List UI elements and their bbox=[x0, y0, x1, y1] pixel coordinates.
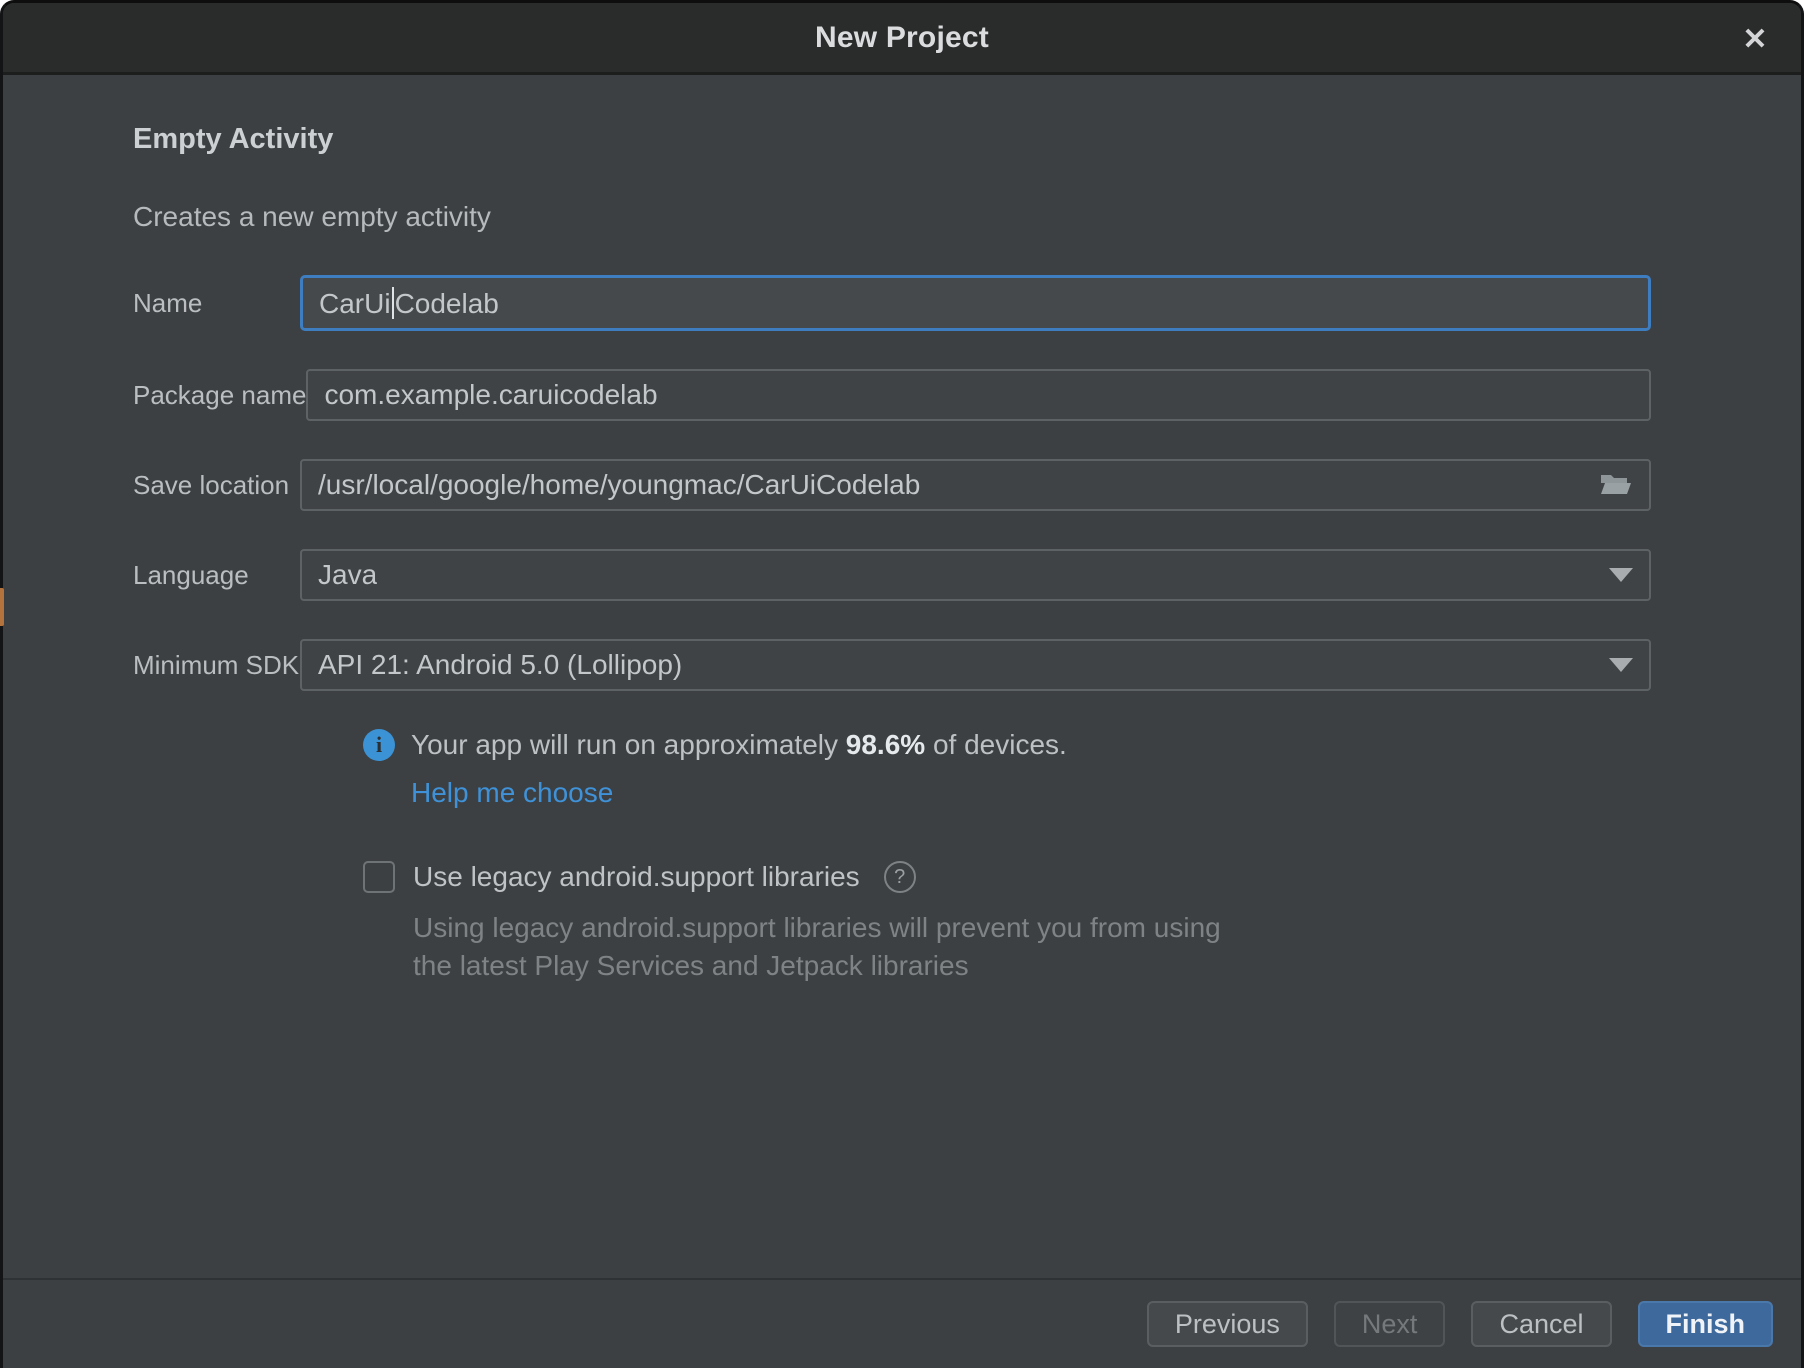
info-icon: i bbox=[363, 729, 395, 761]
page-title: Empty Activity bbox=[133, 121, 1651, 157]
page-subtitle: Creates a new empty activity bbox=[133, 199, 1651, 235]
dialog-titlebar: New Project ✕ bbox=[3, 3, 1801, 75]
save-location-row: Save location /usr/local/google/home/you… bbox=[133, 459, 1651, 511]
left-edge-artifact bbox=[0, 588, 4, 626]
chevron-down-icon bbox=[1609, 568, 1633, 582]
chevron-down-icon bbox=[1609, 658, 1633, 672]
sdk-coverage-info: i Your app will run on approximately 98.… bbox=[363, 729, 1651, 761]
project-form: Name CarUiCodelab Package name com.examp… bbox=[133, 275, 1651, 691]
legacy-support-row: Use legacy android.support libraries ? bbox=[363, 861, 1651, 893]
save-location-value: /usr/local/google/home/youngmac/CarUiCod… bbox=[318, 469, 920, 501]
legacy-support-checkbox[interactable] bbox=[363, 861, 395, 893]
finish-button[interactable]: Finish bbox=[1638, 1301, 1774, 1347]
legacy-support-label: Use legacy android.support libraries bbox=[413, 861, 860, 893]
name-value: CarUiCodelab bbox=[319, 287, 499, 320]
save-location-input[interactable]: /usr/local/google/home/youngmac/CarUiCod… bbox=[300, 459, 1651, 511]
package-name-input[interactable]: com.example.caruicodelab bbox=[306, 369, 1651, 421]
language-row: Language Java bbox=[133, 549, 1651, 601]
name-input[interactable]: CarUiCodelab bbox=[300, 275, 1651, 331]
language-dropdown[interactable]: Java bbox=[300, 549, 1651, 601]
dialog-content: Empty Activity Creates a new empty activ… bbox=[3, 75, 1801, 1278]
name-label: Name bbox=[133, 288, 300, 319]
language-value: Java bbox=[318, 559, 377, 591]
cancel-button[interactable]: Cancel bbox=[1471, 1301, 1611, 1347]
save-location-label: Save location bbox=[133, 470, 300, 501]
name-row: Name CarUiCodelab bbox=[133, 275, 1651, 331]
language-label: Language bbox=[133, 560, 300, 591]
new-project-dialog: New Project ✕ Empty Activity Creates a n… bbox=[0, 0, 1804, 1368]
minimum-sdk-row: Minimum SDK API 21: Android 5.0 (Lollipo… bbox=[133, 639, 1651, 691]
legacy-description-line1: Using legacy android.support libraries w… bbox=[413, 909, 1651, 947]
next-button: Next bbox=[1334, 1301, 1446, 1347]
legacy-description-line2: the latest Play Services and Jetpack lib… bbox=[413, 947, 1651, 985]
minimum-sdk-dropdown[interactable]: API 21: Android 5.0 (Lollipop) bbox=[300, 639, 1651, 691]
dialog-footer: Previous Next Cancel Finish bbox=[3, 1278, 1801, 1368]
minimum-sdk-value: API 21: Android 5.0 (Lollipop) bbox=[318, 649, 682, 681]
package-name-value: com.example.caruicodelab bbox=[324, 379, 657, 411]
minimum-sdk-label: Minimum SDK bbox=[133, 650, 300, 681]
help-icon[interactable]: ? bbox=[884, 861, 916, 893]
text-caret bbox=[392, 287, 394, 319]
package-name-row: Package name com.example.caruicodelab bbox=[133, 369, 1651, 421]
sdk-coverage-text: Your app will run on approximately 98.6%… bbox=[411, 729, 1067, 761]
help-me-choose-link[interactable]: Help me choose bbox=[411, 777, 613, 809]
dialog-title: New Project bbox=[815, 21, 989, 55]
legacy-support-description: Using legacy android.support libraries w… bbox=[413, 909, 1651, 985]
coverage-percentage: 98.6% bbox=[846, 729, 925, 760]
previous-button[interactable]: Previous bbox=[1147, 1301, 1308, 1347]
folder-open-icon[interactable] bbox=[1599, 471, 1633, 499]
close-icon[interactable]: ✕ bbox=[1733, 17, 1777, 61]
package-name-label: Package name bbox=[133, 380, 306, 411]
